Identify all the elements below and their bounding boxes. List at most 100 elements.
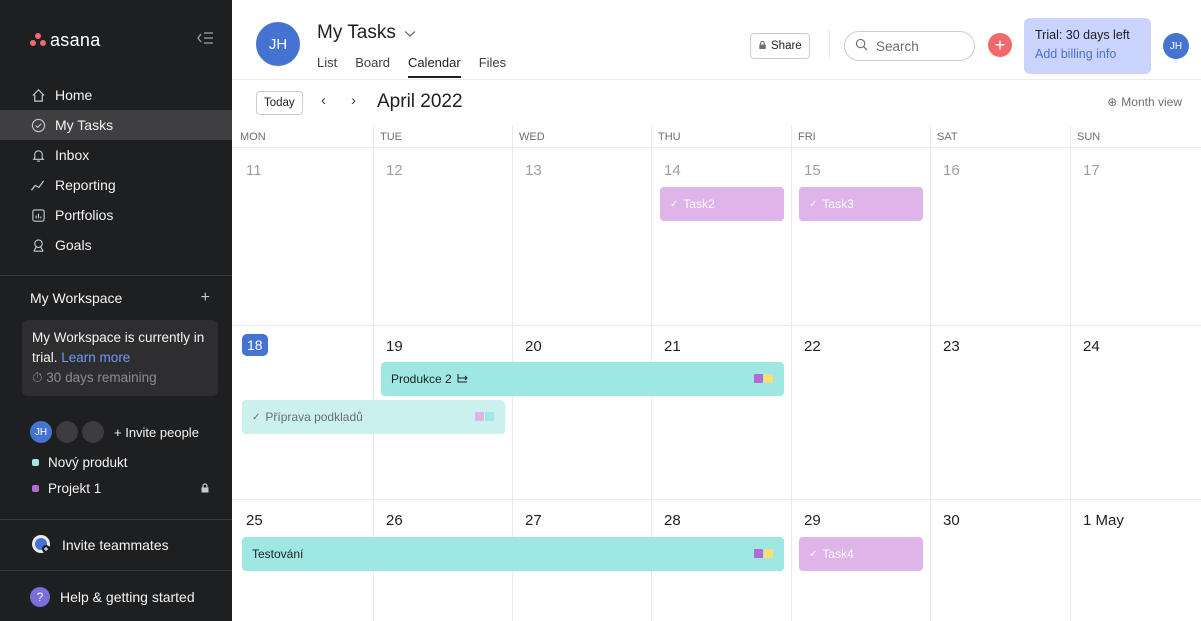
project-tag [754, 549, 763, 558]
search-input[interactable]: Search [844, 31, 975, 61]
bell-icon [30, 147, 46, 163]
day-number[interactable]: 19 [386, 338, 403, 355]
day-of-week: THU [658, 131, 681, 143]
add-icon[interactable]: + [201, 289, 210, 307]
next-month-icon[interactable]: › [351, 92, 356, 109]
day-number[interactable]: 14 [664, 162, 681, 179]
day-number[interactable]: 26 [386, 512, 403, 529]
sidebar-item-label: Reporting [55, 177, 116, 193]
help-button[interactable]: ? Help & getting started [0, 571, 232, 621]
day-number[interactable]: 16 [943, 162, 960, 179]
calendar-grid: MON TUE WED THU FRI SAT SUN 11 12 13 14 … [232, 125, 1201, 621]
sidebar-item-inbox[interactable]: Inbox [0, 140, 232, 170]
day-number[interactable]: 25 [246, 512, 263, 529]
project-color-swatch [32, 484, 39, 492]
task-chip-task3[interactable]: ✓ Task3 [799, 187, 923, 221]
grid-line [1070, 125, 1071, 621]
learn-more-link[interactable]: Learn more [61, 350, 130, 365]
workspace-members-row: JH + Invite people [0, 418, 232, 446]
timer-icon: ⏱ [32, 370, 43, 385]
day-number[interactable]: 28 [664, 512, 681, 529]
invite-teammates-label: Invite teammates [62, 537, 169, 553]
share-button[interactable]: Share [750, 33, 810, 59]
check-icon: ✓ [670, 198, 679, 210]
asana-logo-icon [30, 33, 46, 47]
sidebar-item-label: My Tasks [55, 117, 114, 133]
tab-files[interactable]: Files [479, 55, 506, 78]
day-number[interactable]: 27 [525, 512, 542, 529]
sidebar-item-label: Home [55, 87, 93, 103]
day-of-week: MON [240, 131, 266, 143]
task-chip-testovani[interactable]: Testování [242, 537, 784, 571]
quick-add-button[interactable]: + [988, 33, 1012, 57]
day-number[interactable]: 24 [1083, 338, 1100, 355]
collapse-sidebar-icon[interactable] [196, 31, 214, 49]
day-number[interactable]: 30 [943, 512, 960, 529]
month-view-button[interactable]: ⊕ Month view [1107, 95, 1182, 109]
invite-people-button[interactable]: + Invite people [114, 425, 199, 440]
day-number[interactable]: 20 [525, 338, 542, 355]
logo-text: asana [50, 29, 101, 50]
task-chip-task4[interactable]: ✓ Task4 [799, 537, 923, 571]
tab-list[interactable]: List [317, 55, 337, 78]
project-item-novy-produkt[interactable]: Nový produkt [0, 449, 232, 475]
sidebar-item-home[interactable]: Home [0, 80, 232, 110]
day-number[interactable]: 22 [804, 338, 821, 355]
day-number[interactable]: 15 [804, 162, 821, 179]
previous-month-icon[interactable]: ‹ [321, 92, 326, 109]
user-avatar[interactable]: JH [1163, 33, 1189, 59]
day-number[interactable]: 17 [1083, 162, 1100, 179]
month-label: April 2022 [377, 91, 463, 112]
avatar[interactable]: JH [256, 22, 300, 66]
calendar-toolbar: Today ‹ › April 2022 ⊕ Month view [232, 81, 1201, 125]
day-number[interactable]: 1 May [1083, 512, 1124, 529]
days-remaining: ⏱ 30 days remaining [32, 370, 157, 385]
project-item-projekt-1[interactable]: Projekt 1 [0, 475, 232, 501]
help-icon: ? [30, 587, 50, 607]
home-icon [30, 87, 46, 103]
sidebar-item-label: Goals [55, 237, 92, 253]
task-chip-priprava-podkladu[interactable]: ✓ Příprava podkladů [242, 400, 505, 434]
tab-board[interactable]: Board [355, 55, 390, 78]
day-number[interactable]: 29 [804, 512, 821, 529]
task-chip-task2[interactable]: ✓ Task2 [660, 187, 784, 221]
search-placeholder: Search [876, 38, 919, 54]
asana-logo[interactable]: asana [30, 30, 101, 51]
day-number[interactable]: 12 [386, 162, 403, 179]
trial-badge[interactable]: Trial: 30 days left Add billing info [1024, 18, 1151, 74]
chevron-down-icon[interactable] [404, 22, 416, 44]
add-billing-link[interactable]: Add billing info [1035, 45, 1140, 64]
sidebar-item-reporting[interactable]: Reporting [0, 170, 232, 200]
project-name: Projekt 1 [48, 480, 102, 496]
day-of-week: TUE [380, 131, 402, 143]
help-label: Help & getting started [60, 589, 195, 605]
day-number[interactable]: 21 [664, 338, 681, 355]
search-icon [855, 38, 868, 54]
check-circle-icon [30, 117, 46, 133]
trial-days-text: Trial: 30 days left [1035, 28, 1130, 42]
day-of-week: SAT [937, 131, 958, 143]
tab-calendar[interactable]: Calendar [407, 55, 461, 78]
invite-teammates-icon [30, 533, 52, 558]
task-chip-produkce-2[interactable]: Produkce 2 [381, 362, 784, 396]
sidebar-item-portfolios[interactable]: Portfolios [0, 200, 232, 230]
invite-teammates-button[interactable]: Invite teammates [0, 520, 232, 570]
day-number-today[interactable]: 18 [242, 334, 268, 356]
today-button[interactable]: Today [256, 91, 303, 115]
sidebar-item-goals[interactable]: Goals [0, 230, 232, 260]
sidebar-item-my-tasks[interactable]: My Tasks [0, 110, 232, 140]
avatar[interactable]: JH [30, 421, 52, 443]
day-number[interactable]: 13 [525, 162, 542, 179]
sidebar-item-label: Portfolios [55, 207, 114, 223]
days-of-week-header: MON TUE WED THU FRI SAT SUN [232, 125, 1201, 148]
day-number[interactable]: 11 [246, 162, 262, 179]
reporting-icon [30, 177, 46, 193]
grid-line [791, 125, 792, 621]
project-tag [475, 412, 484, 421]
workspace-header[interactable]: My Workspace + [0, 276, 232, 320]
avatar-placeholder [56, 421, 78, 443]
project-tag [764, 549, 773, 558]
page-title[interactable]: My Tasks [317, 22, 416, 44]
day-of-week: FRI [798, 131, 816, 143]
day-number[interactable]: 23 [943, 338, 960, 355]
